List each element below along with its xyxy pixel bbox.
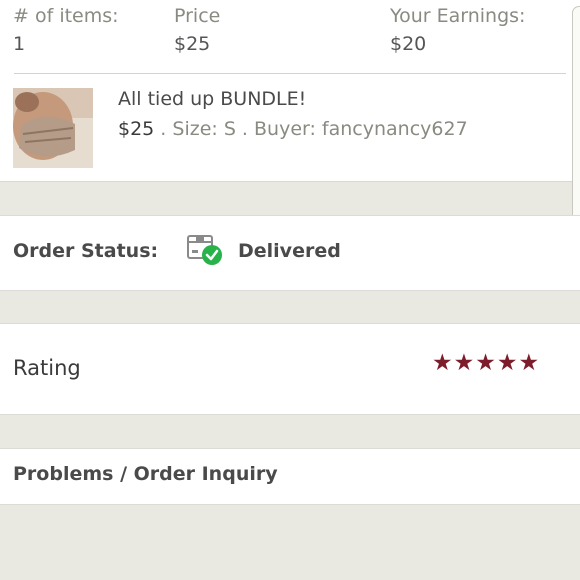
earnings-column: Your Earnings: $20 xyxy=(390,4,525,57)
earnings-header: Your Earnings: xyxy=(390,5,526,27)
rating-stars: ★★★★★ xyxy=(432,350,541,376)
scrollbar[interactable] xyxy=(572,6,580,248)
order-status-row: Order Status: Delivered xyxy=(0,215,580,291)
item-meta: $25 . Size: S . Buyer: fancynancy627 xyxy=(118,118,468,140)
item-size-buyer: . Size: S . Buyer: fancynancy627 xyxy=(154,118,468,140)
price-column: Price $25 xyxy=(174,4,220,57)
items-count-header: # of items: xyxy=(13,5,119,27)
items-count-value: 1 xyxy=(13,33,26,55)
item-title[interactable]: All tied up BUNDLE! xyxy=(118,88,306,110)
box-check-icon xyxy=(186,232,226,266)
rating-row: Rating ★★★★★ xyxy=(0,323,580,415)
order-status-value: Delivered xyxy=(238,240,341,262)
price-header: Price xyxy=(174,5,221,27)
summary-divider xyxy=(14,73,566,74)
order-summary-card: # of items: 1 Price $25 Your Earnings: $… xyxy=(0,0,580,248)
item-price: $25 xyxy=(118,118,155,140)
order-status-label: Order Status: xyxy=(13,240,159,262)
price-value: $25 xyxy=(174,33,211,55)
rating-label: Rating xyxy=(13,356,81,380)
item-thumbnail[interactable] xyxy=(13,88,93,168)
items-count-column: # of items: 1 xyxy=(13,4,119,57)
problems-inquiry-label[interactable]: Problems / Order Inquiry xyxy=(13,463,278,485)
problems-inquiry-row[interactable]: Problems / Order Inquiry xyxy=(0,448,580,505)
earnings-value: $20 xyxy=(390,33,427,55)
